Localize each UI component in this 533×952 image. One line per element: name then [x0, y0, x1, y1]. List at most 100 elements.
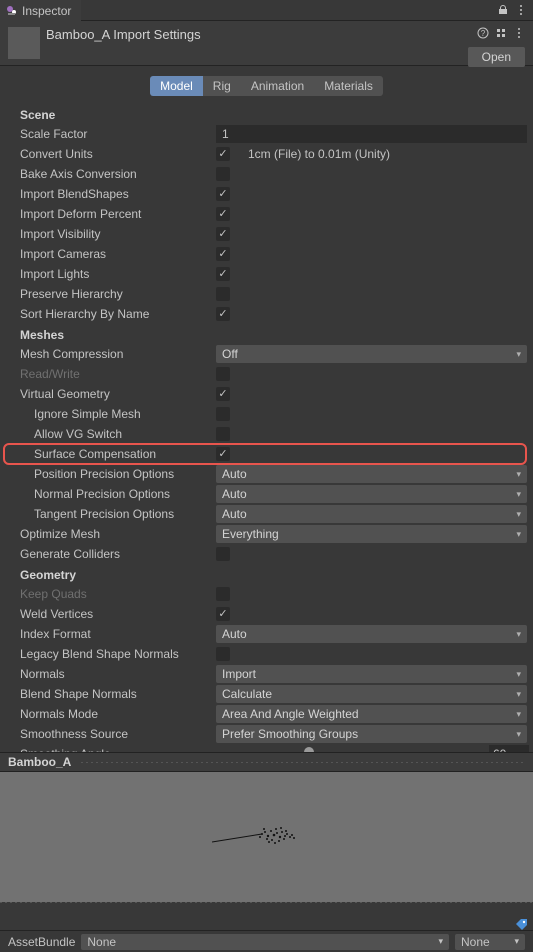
- label-legacy-blend: Legacy Blend Shape Normals: [20, 647, 216, 661]
- label-deform: Import Deform Percent: [20, 207, 216, 221]
- dropdown-normal-precision[interactable]: Auto: [216, 485, 527, 503]
- label-blend-shape-normals: Blend Shape Normals: [20, 687, 216, 701]
- kebab-icon[interactable]: [513, 27, 525, 39]
- dropdown-assetbundle[interactable]: None: [81, 934, 449, 950]
- tab-model[interactable]: Model: [150, 76, 203, 96]
- row-generate-colliders: Generate Colliders: [20, 544, 529, 564]
- dropdown-pos-precision[interactable]: Auto: [216, 465, 527, 483]
- checkbox-preserve-hierarchy[interactable]: [216, 287, 230, 301]
- row-surface-compensation: Surface Compensation: [20, 444, 529, 464]
- dropdown-smoothness-source[interactable]: Prefer Smoothing Groups: [216, 725, 527, 743]
- row-optimize-mesh: Optimize Mesh Everything: [20, 524, 529, 544]
- label-bake-axis: Bake Axis Conversion: [20, 167, 216, 181]
- dropdown-mesh-compression[interactable]: Off: [216, 345, 527, 363]
- label-blendshapes: Import BlendShapes: [20, 187, 216, 201]
- tab-animation[interactable]: Animation: [241, 76, 314, 96]
- row-lights: Import Lights: [20, 264, 529, 284]
- section-scene: Scene: [20, 104, 529, 124]
- row-preserve-hierarchy: Preserve Hierarchy: [20, 284, 529, 304]
- row-keep-quads: Keep Quads: [20, 584, 529, 604]
- lock-icon[interactable]: [497, 4, 509, 16]
- inspector-tab-label: Inspector: [22, 4, 71, 18]
- checkbox-weld-vertices[interactable]: [216, 607, 230, 621]
- preview-divider: [81, 762, 525, 763]
- dropdown-normals[interactable]: Import: [216, 665, 527, 683]
- checkbox-cameras[interactable]: [216, 247, 230, 261]
- dropdown-index-format[interactable]: Auto: [216, 625, 527, 643]
- row-normal-precision: Normal Precision Options Auto: [20, 484, 529, 504]
- tab-rig[interactable]: Rig: [203, 76, 241, 96]
- label-tangent-precision: Tangent Precision Options: [20, 507, 216, 521]
- asset-header: Bamboo_A Import Settings ? Open: [0, 21, 533, 66]
- import-tabs: Model Rig Animation Materials: [0, 66, 533, 102]
- info-convert-units: 1cm (File) to 0.01m (Unity): [248, 147, 390, 161]
- section-geometry: Geometry: [20, 564, 529, 584]
- label-pos-precision: Position Precision Options: [20, 467, 216, 481]
- row-pos-precision: Position Precision Options Auto: [20, 464, 529, 484]
- label-read-write: Read/Write: [20, 367, 216, 381]
- help-icon[interactable]: ?: [477, 27, 489, 39]
- checkbox-allow-vg[interactable]: [216, 427, 230, 441]
- row-blendshapes: Import BlendShapes: [20, 184, 529, 204]
- label-smoothing-angle: Smoothing Angle: [20, 747, 216, 752]
- dropdown-optimize-mesh[interactable]: Everything: [216, 525, 527, 543]
- checkbox-deform[interactable]: [216, 207, 230, 221]
- row-legacy-blend: Legacy Blend Shape Normals: [20, 644, 529, 664]
- label-scale-factor: Scale Factor: [20, 127, 216, 141]
- row-virtual-geometry: Virtual Geometry: [20, 384, 529, 404]
- label-normals-mode: Normals Mode: [20, 707, 216, 721]
- checkbox-convert-units[interactable]: [216, 147, 230, 161]
- row-visibility: Import Visibility: [20, 224, 529, 244]
- label-mesh-compression: Mesh Compression: [20, 347, 216, 361]
- row-index-format: Index Format Auto: [20, 624, 529, 644]
- row-ignore-simple: Ignore Simple Mesh: [20, 404, 529, 424]
- section-meshes: Meshes: [20, 324, 529, 344]
- row-mesh-compression: Mesh Compression Off: [20, 344, 529, 364]
- properties-scroll[interactable]: Scene Scale Factor Convert Units 1cm (Fi…: [0, 102, 533, 752]
- kebab-icon[interactable]: [515, 4, 527, 16]
- label-surface-compensation: Surface Compensation: [20, 447, 216, 461]
- row-blend-shape-normals: Blend Shape Normals Calculate: [20, 684, 529, 704]
- checkbox-sort-hierarchy[interactable]: [216, 307, 230, 321]
- tab-materials[interactable]: Materials: [314, 76, 383, 96]
- input-scale-factor[interactable]: [216, 125, 527, 143]
- slider-thumb[interactable]: [304, 747, 314, 752]
- preview-viewport[interactable]: [0, 772, 533, 902]
- row-scale-factor: Scale Factor: [20, 124, 529, 144]
- preview-header[interactable]: Bamboo_A: [0, 752, 533, 772]
- label-index-format: Index Format: [20, 627, 216, 641]
- label-normal-precision: Normal Precision Options: [20, 487, 216, 501]
- inspector-icon: [6, 5, 18, 17]
- checkbox-legacy-blend[interactable]: [216, 647, 230, 661]
- checkbox-generate-colliders[interactable]: [216, 547, 230, 561]
- checkbox-surface-compensation[interactable]: [216, 447, 230, 461]
- dropdown-assetbundle-variant[interactable]: None: [455, 934, 525, 950]
- row-normals: Normals Import: [20, 664, 529, 684]
- row-bake-axis: Bake Axis Conversion: [20, 164, 529, 184]
- checkbox-read-write: [216, 367, 230, 381]
- label-sort-hierarchy: Sort Hierarchy By Name: [20, 307, 216, 321]
- input-smoothing-angle[interactable]: [489, 745, 529, 752]
- inspector-tab[interactable]: Inspector: [0, 0, 81, 21]
- presets-icon[interactable]: [495, 27, 507, 39]
- label-generate-colliders: Generate Colliders: [20, 547, 216, 561]
- checkbox-lights[interactable]: [216, 267, 230, 281]
- checkbox-blendshapes[interactable]: [216, 187, 230, 201]
- checkbox-bake-axis[interactable]: [216, 167, 230, 181]
- row-read-write: Read/Write: [20, 364, 529, 384]
- checkbox-virtual-geometry[interactable]: [216, 387, 230, 401]
- asset-title: Bamboo_A Import Settings: [46, 27, 201, 42]
- label-smoothness-source: Smoothness Source: [20, 727, 216, 741]
- label-visibility: Import Visibility: [20, 227, 216, 241]
- checkbox-visibility[interactable]: [216, 227, 230, 241]
- label-virtual-geometry: Virtual Geometry: [20, 387, 216, 401]
- row-convert-units: Convert Units 1cm (File) to 0.01m (Unity…: [20, 144, 529, 164]
- checkbox-keep-quads: [216, 587, 230, 601]
- label-keep-quads: Keep Quads: [20, 587, 216, 601]
- open-button[interactable]: Open: [468, 47, 525, 67]
- dropdown-tangent-precision[interactable]: Auto: [216, 505, 527, 523]
- dropdown-normals-mode[interactable]: Area And Angle Weighted: [216, 705, 527, 723]
- row-smoothness-source: Smoothness Source Prefer Smoothing Group…: [20, 724, 529, 744]
- checkbox-ignore-simple[interactable]: [216, 407, 230, 421]
- dropdown-blend-shape-normals[interactable]: Calculate: [216, 685, 527, 703]
